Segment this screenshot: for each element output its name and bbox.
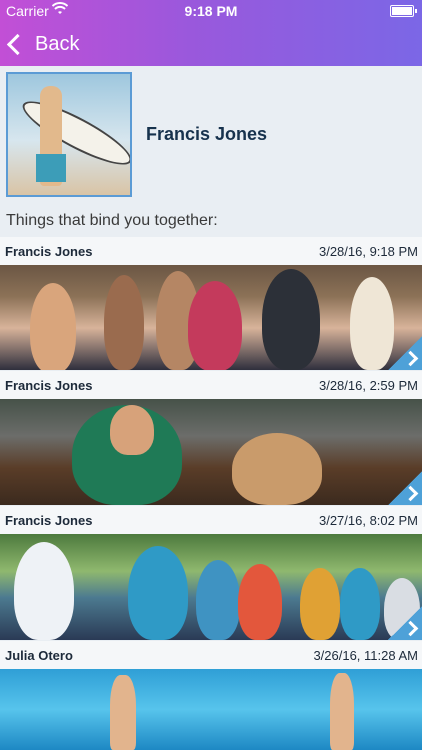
feed-item-timestamp: 3/28/16, 9:18 PM	[318, 244, 418, 259]
feed-item-header: Francis Jones 3/27/16, 8:02 PM	[0, 506, 422, 535]
feed-item-header: Julia Otero 3/26/16, 11:28 AM	[0, 641, 422, 670]
back-label: Back	[35, 32, 80, 55]
feed-item-timestamp: 3/27/16, 8:02 PM	[318, 513, 418, 528]
chevron-left-icon	[6, 33, 29, 55]
feed-item-author: Francis Jones	[5, 378, 93, 393]
battery-icon	[390, 5, 417, 17]
feed-item-photo[interactable]	[0, 399, 422, 505]
feed-item-timestamp: 3/26/16, 11:28 AM	[313, 648, 418, 663]
chevron-right-icon[interactable]	[388, 336, 422, 370]
feed-item-timestamp: 3/28/16, 2:59 PM	[318, 378, 418, 393]
chevron-right-icon[interactable]	[388, 606, 422, 640]
feed-item-photo[interactable]	[0, 534, 422, 640]
feed-item-author: Julia Otero	[5, 648, 73, 663]
chevron-right-icon[interactable]	[388, 471, 422, 505]
back-button[interactable]: Back	[6, 30, 80, 58]
feed-item-photo[interactable]	[0, 669, 422, 750]
avatar[interactable]	[6, 72, 132, 197]
feed-item-photo[interactable]	[0, 265, 422, 370]
feed-item-author: Francis Jones	[5, 244, 93, 259]
feed-item-header: Francis Jones 3/28/16, 9:18 PM	[0, 237, 422, 266]
status-bar: Carrier 9:18 PM	[0, 0, 422, 22]
section-label: Things that bind you together:	[6, 212, 218, 229]
nav-header: Carrier 9:18 PM Back	[0, 0, 422, 66]
feed-item-author: Francis Jones	[5, 513, 93, 528]
feed-item-header: Francis Jones 3/28/16, 2:59 PM	[0, 371, 422, 400]
profile-name: Francis Jones	[146, 124, 268, 144]
clock: 9:18 PM	[184, 3, 238, 19]
